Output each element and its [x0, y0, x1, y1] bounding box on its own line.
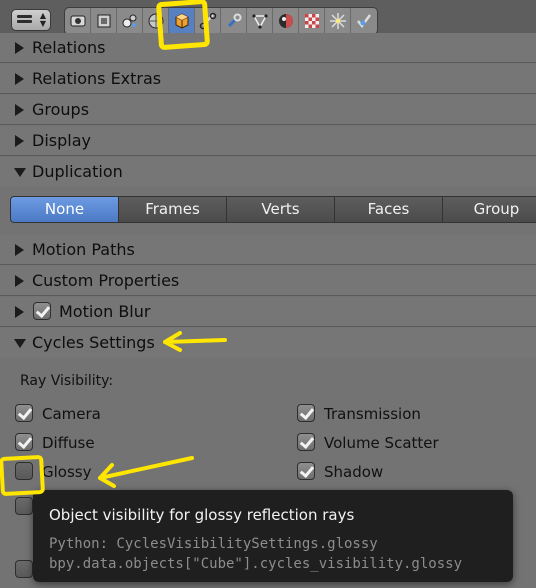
scene-icon[interactable] — [117, 8, 143, 34]
panel-groups[interactable]: Groups — [0, 95, 536, 125]
panel-relations[interactable]: Relations — [0, 33, 536, 63]
panel-cycles-settings[interactable]: Cycles Settings — [0, 328, 536, 358]
glossy-label: Glossy — [42, 463, 92, 481]
physics-icon[interactable] — [351, 8, 377, 34]
properties-editor-icon — [17, 15, 32, 25]
expanded-triangle-icon — [14, 168, 26, 177]
modifiers-icon[interactable] — [221, 8, 247, 34]
panel-title: Motion Blur — [59, 302, 151, 321]
panel-display[interactable]: Display — [0, 126, 536, 156]
texture-icon[interactable] — [299, 8, 325, 34]
duplication-selector: None Frames Verts Faces Group — [10, 196, 536, 223]
transmission-label: Transmission — [324, 405, 421, 423]
tooltip: Object visibility for glossy reflection … — [33, 490, 513, 582]
collapsed-triangle-icon — [15, 275, 24, 287]
volume-scatter-label: Volume Scatter — [324, 434, 439, 452]
tooltip-python-path: Python: CyclesVisibilitySettings.glossy — [49, 536, 378, 552]
glossy-arrow — [98, 456, 194, 488]
panel-motion-paths[interactable]: Motion Paths — [0, 235, 536, 265]
constraints-icon[interactable] — [195, 8, 221, 34]
volume-scatter-checkbox[interactable] — [297, 433, 315, 451]
collapsed-triangle-icon — [15, 104, 24, 116]
object-data-icon[interactable] — [247, 8, 273, 34]
dup-option-verts[interactable]: Verts — [226, 196, 335, 223]
panel-relations-extras[interactable]: Relations Extras — [0, 64, 536, 94]
panel-title: Relations — [32, 38, 106, 57]
dup-option-faces[interactable]: Faces — [334, 196, 443, 223]
glossy-checkbox[interactable] — [15, 462, 33, 480]
dup-option-group[interactable]: Group — [442, 196, 536, 223]
collapsed-triangle-icon — [15, 73, 24, 85]
hidden-row-checkbox[interactable] — [15, 497, 33, 515]
panel-title: Display — [32, 131, 91, 150]
panel-title: Groups — [32, 100, 90, 119]
panel-title: Cycles Settings — [32, 333, 155, 352]
panel-custom-properties[interactable]: Custom Properties — [0, 266, 536, 296]
panel-duplication[interactable]: Duplication — [0, 157, 536, 187]
panel-motion-blur[interactable]: Motion Blur — [0, 297, 536, 327]
expanded-triangle-icon — [14, 339, 26, 348]
render-icon[interactable] — [65, 8, 91, 34]
world-icon[interactable] — [143, 8, 169, 34]
editor-type-button[interactable]: ▲ ▼ — [11, 9, 51, 31]
panel-title: Custom Properties — [32, 271, 180, 290]
dup-option-none[interactable]: None — [10, 196, 119, 223]
dup-option-frames[interactable]: Frames — [118, 196, 227, 223]
particles-icon[interactable] — [325, 8, 351, 34]
panel-title: Duplication — [32, 162, 123, 181]
motion-blur-checkbox[interactable] — [33, 302, 51, 320]
shadow-label: Shadow — [324, 463, 384, 481]
diffuse-checkbox[interactable] — [15, 433, 33, 451]
camera-label: Camera — [42, 405, 101, 423]
diffuse-label: Diffuse — [42, 434, 95, 452]
hidden-row-checkbox[interactable] — [15, 560, 33, 578]
camera-checkbox[interactable] — [15, 404, 33, 422]
transmission-checkbox[interactable] — [297, 404, 315, 422]
updown-arrows-icon: ▲ ▼ — [39, 11, 46, 28]
collapsed-triangle-icon — [15, 244, 24, 256]
panel-title: Motion Paths — [32, 240, 135, 259]
panel-title: Relations Extras — [32, 69, 162, 88]
render-layers-icon[interactable] — [91, 8, 117, 34]
material-icon[interactable] — [273, 8, 299, 34]
collapsed-triangle-icon — [15, 42, 24, 54]
ray-visibility-label: Ray Visibility: — [20, 373, 114, 389]
tooltip-text: Object visibility for glossy reflection … — [49, 506, 355, 524]
collapsed-triangle-icon — [15, 306, 24, 318]
shadow-checkbox[interactable] — [297, 462, 315, 480]
context-tabs — [64, 7, 378, 35]
collapsed-triangle-icon — [15, 135, 24, 147]
tooltip-python-data-path: bpy.data.objects["Cube"].cycles_visibili… — [49, 556, 463, 572]
object-icon[interactable] — [169, 8, 195, 34]
